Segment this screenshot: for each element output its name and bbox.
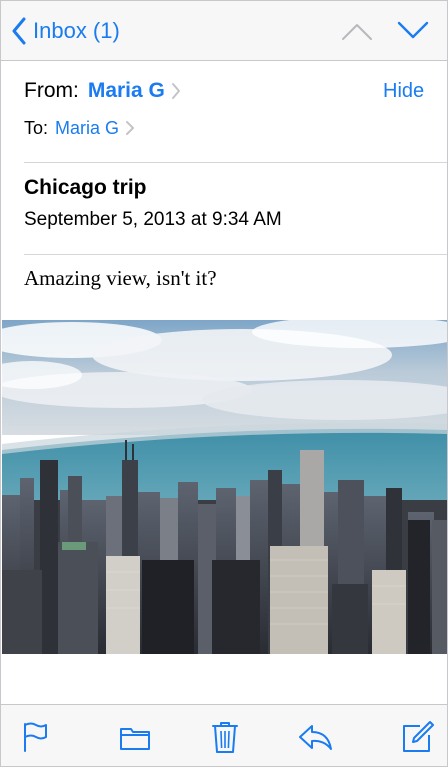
reply-icon [299, 725, 332, 750]
compose-button[interactable] [397, 717, 437, 757]
message-date: September 5, 2013 at 9:34 AM [24, 209, 282, 230]
back-to-inbox-button[interactable]: Inbox (1) [11, 13, 120, 49]
sender-name-link[interactable]: Maria G [88, 79, 165, 103]
chevron-left-icon [12, 17, 26, 45]
next-message-button[interactable] [393, 15, 433, 47]
compose-icon [403, 721, 434, 752]
city-skyline-photo [2, 320, 447, 654]
recipient-chevron-icon[interactable] [125, 120, 135, 136]
chevron-down-icon [397, 21, 429, 39]
trash-icon [212, 722, 238, 753]
message-subject: Chicago trip [24, 176, 147, 199]
body-divider [24, 254, 447, 255]
sender-chevron-icon[interactable] [171, 82, 181, 100]
message-body-text: Amazing view, isn't it? [24, 266, 217, 290]
header-divider [24, 162, 447, 163]
mail-message-screen: Inbox (1) From: Maria G Hide To: Maria G [0, 0, 448, 767]
reply-button[interactable] [295, 717, 335, 757]
flag-button[interactable] [15, 717, 55, 757]
attached-photo[interactable] [2, 320, 447, 654]
bottom-toolbar [1, 704, 447, 766]
hide-details-button[interactable]: Hide [383, 76, 424, 106]
move-to-folder-button[interactable] [115, 717, 155, 757]
back-button-label: Inbox (1) [33, 18, 120, 43]
to-row: To: Maria G [24, 114, 135, 142]
folder-icon [120, 728, 150, 750]
from-label: From: [24, 79, 79, 102]
chevron-up-icon [342, 24, 372, 40]
previous-message-button[interactable] [337, 15, 377, 47]
recipient-name-link[interactable]: Maria G [55, 118, 119, 139]
delete-button[interactable] [205, 717, 245, 757]
flag-icon [24, 722, 47, 752]
to-label: To: [24, 117, 49, 138]
navigation-bar: Inbox (1) [1, 1, 447, 61]
from-row: From: Maria G [24, 76, 181, 106]
